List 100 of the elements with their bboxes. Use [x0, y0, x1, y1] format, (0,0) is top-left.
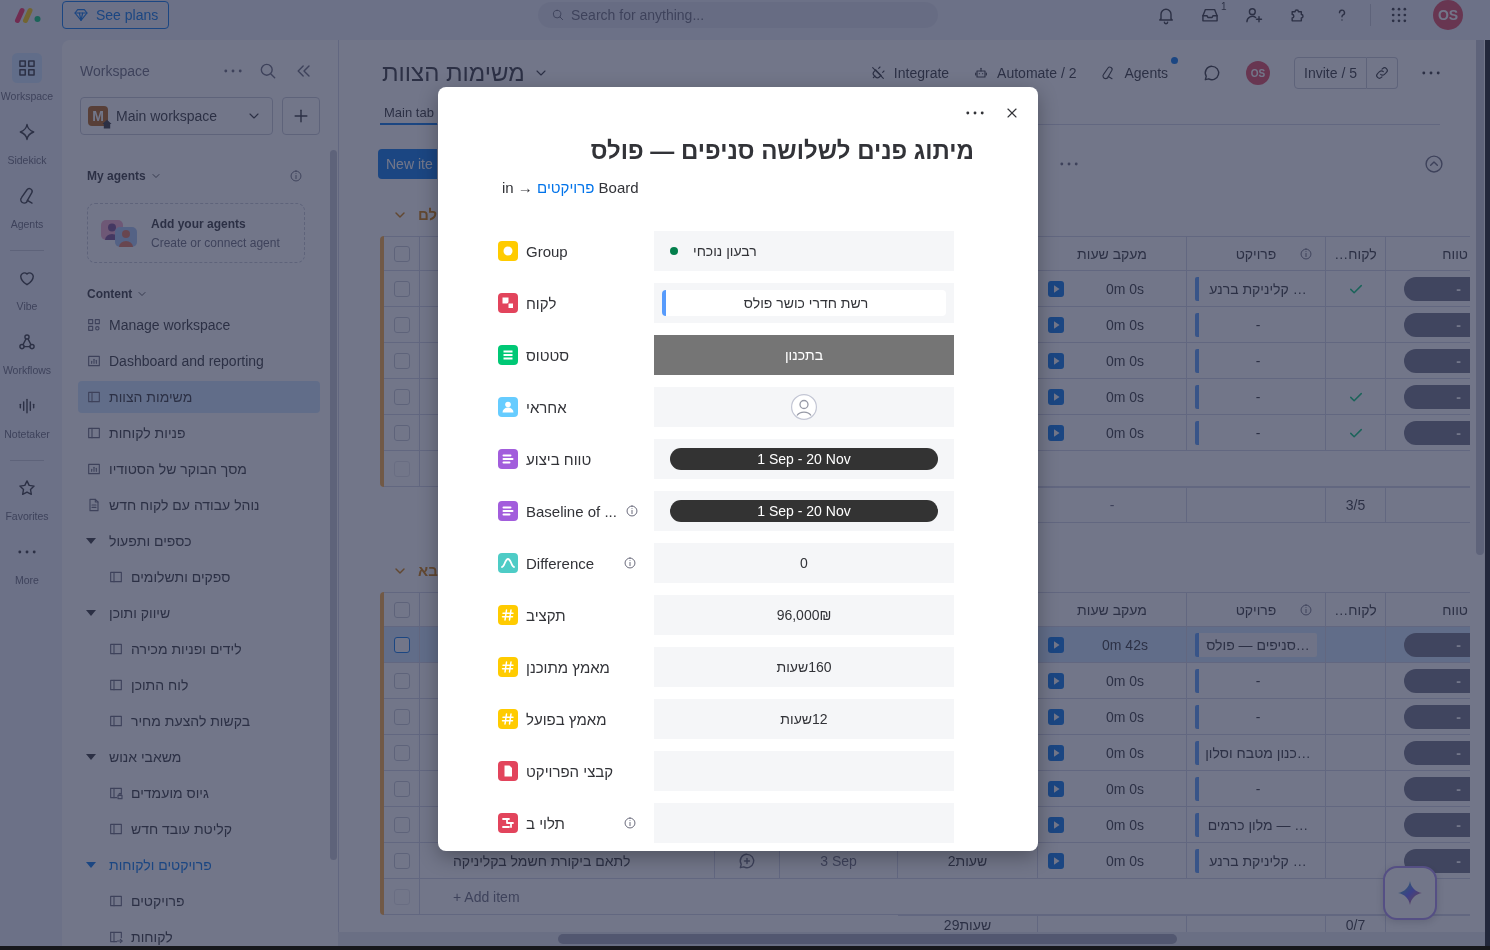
info-icon[interactable]	[623, 556, 637, 570]
info-icon[interactable]	[624, 504, 639, 518]
play-icon[interactable]	[1048, 316, 1064, 333]
row-checkbox[interactable]	[393, 636, 410, 653]
timeline-bar[interactable]: -	[1404, 704, 1470, 729]
folder-item[interactable]: משאבי אנוש	[78, 741, 320, 773]
integrate-button[interactable]: Integrate	[869, 57, 950, 89]
section-heading[interactable]: Content	[87, 287, 149, 301]
folder-item[interactable]: כספים ותפעול	[78, 525, 320, 557]
linked-item[interactable]: … קליניקת ברנע	[1195, 848, 1317, 873]
field-value[interactable]: 0	[654, 543, 954, 583]
sidebar-item[interactable]: לוח התוכן	[78, 669, 320, 701]
field-value[interactable]: 1 Sep - 20 Nov	[654, 491, 954, 531]
timeline-bar[interactable]: -	[1404, 668, 1470, 693]
sidebar-item[interactable]: פרויקטים	[78, 885, 320, 917]
sidebar-item[interactable]: גיוס מועמדים	[78, 777, 320, 809]
play-icon[interactable]	[1048, 672, 1064, 689]
group-title[interactable]: בא	[418, 561, 438, 581]
sidebar-item[interactable]: נוהל עבודה עם לקוח חדש	[78, 489, 320, 521]
linked-item[interactable]: -	[1195, 420, 1317, 445]
board-link[interactable]: פרויקטים	[537, 179, 595, 196]
add-person-icon[interactable]	[1244, 5, 1264, 25]
column-header[interactable]: טווח	[1442, 601, 1468, 618]
sidebar-item[interactable]: מסך הבוקר של הסטודיו	[78, 453, 320, 485]
play-icon[interactable]	[1048, 424, 1064, 441]
agents-button[interactable]: Agents	[1100, 57, 1179, 89]
horizontal-scrollbar[interactable]	[338, 932, 1485, 946]
column-header[interactable]: פרויקט	[1235, 601, 1277, 618]
timeline-bar[interactable]: -	[1404, 420, 1470, 445]
info-icon[interactable]	[623, 816, 637, 830]
scrollbar-thumb[interactable]	[558, 934, 1177, 944]
timeline-bar[interactable]: -	[1404, 384, 1470, 409]
linked-item[interactable]: …סניפים — פולס	[1195, 632, 1317, 657]
see-plans-button[interactable]: See plans	[62, 1, 170, 29]
timeline-bar[interactable]: -	[1404, 632, 1470, 657]
sidekick-button[interactable]	[1383, 866, 1437, 920]
sidebar-item[interactable]: בקשות להצעת מחיר	[78, 705, 320, 737]
field-value[interactable]: רשת חדרי כושר פולס	[654, 283, 954, 323]
linked-item[interactable]: -	[1195, 384, 1317, 409]
chevron-up-icon[interactable]	[1424, 154, 1444, 174]
add-button[interactable]	[282, 97, 320, 135]
linked-item[interactable]: -	[1195, 312, 1317, 337]
timeline-bar[interactable]: 1 Sep - 20 Nov	[670, 448, 938, 470]
field-value[interactable]: 12שעות	[654, 699, 954, 739]
sidebar-item[interactable]: לקוחות	[78, 921, 320, 946]
sidebar-item[interactable]: Dashboard and reporting	[78, 345, 320, 377]
user-avatar[interactable]: OS	[1433, 0, 1463, 30]
tab[interactable]: Main tab	[380, 100, 437, 125]
linked-item[interactable]: -	[1195, 704, 1317, 729]
effort-value[interactable]: 2שעות	[947, 852, 988, 869]
linked-item[interactable]: רשת חדרי כושר פולס	[662, 290, 946, 316]
sidebar-item[interactable]: לידים ופניות מכירה	[78, 633, 320, 665]
info-icon[interactable]	[1299, 603, 1313, 617]
folder-item[interactable]: שיווק ותוכן	[78, 597, 320, 629]
play-icon[interactable]	[1048, 816, 1064, 833]
field-value[interactable]: 1 Sep - 20 Nov	[654, 439, 954, 479]
scrollbar[interactable]	[1476, 40, 1484, 555]
apps-grid-icon[interactable]	[1389, 5, 1409, 25]
search-icon[interactable]	[258, 61, 278, 81]
status-label[interactable]: בתכנון	[654, 335, 954, 375]
timeline-bar[interactable]: -	[1404, 312, 1470, 337]
play-icon[interactable]	[1048, 852, 1064, 869]
timeline-bar[interactable]: -	[1404, 776, 1470, 801]
automate-button[interactable]: Automate / 2	[973, 57, 1077, 89]
field-value[interactable]: רבעון נוכחי	[654, 231, 954, 271]
play-icon[interactable]	[1048, 744, 1064, 761]
field-value[interactable]: 160שעות	[654, 647, 954, 687]
folder-item[interactable]: פרויקטים ולקוחות	[78, 849, 320, 881]
play-icon[interactable]	[1048, 352, 1064, 369]
sidebar-item[interactable]: ספקים ותשלומים	[78, 561, 320, 593]
sidebar-item[interactable]: משימות הצוות	[78, 381, 320, 413]
more-icon[interactable]	[966, 111, 984, 115]
play-icon[interactable]	[1048, 280, 1064, 297]
timeline-bar[interactable]: -	[1404, 740, 1470, 765]
logo-icon[interactable]	[14, 5, 42, 24]
sidebar-item[interactable]: פניות לקוחות	[78, 417, 320, 449]
sidebar-item[interactable]: Manage workspace	[78, 309, 320, 341]
copy-link-button[interactable]	[1367, 57, 1398, 89]
linked-item[interactable]: -	[1195, 668, 1317, 693]
linked-item[interactable]: -	[1195, 348, 1317, 373]
field-value[interactable]	[654, 387, 954, 427]
group-title[interactable]: לם	[418, 205, 438, 225]
play-icon[interactable]	[1048, 780, 1064, 797]
sidebar-item[interactable]: קליטת עובד חדש	[78, 813, 320, 845]
item-name[interactable]: לתאם ביקורת חשמל בקליניקה	[453, 852, 631, 869]
invite-button[interactable]: Invite / 5	[1294, 57, 1367, 89]
workspace-dropdown[interactable]: M Main workspace	[80, 97, 274, 135]
linked-item[interactable]: …כנון מטבח וסלון	[1195, 740, 1317, 765]
info-icon[interactable]	[289, 169, 303, 183]
column-header[interactable]: טווח	[1442, 245, 1468, 262]
linked-item[interactable]: … — מלון כרמים	[1195, 812, 1317, 837]
timeline-bar[interactable]: -	[1404, 348, 1470, 373]
timeline-bar[interactable]: 1 Sep - 20 Nov	[670, 500, 938, 522]
timeline-bar[interactable]: -	[1404, 848, 1470, 873]
section-heading[interactable]: My agents	[87, 169, 162, 183]
column-header[interactable]: פרויקט	[1235, 245, 1277, 262]
linked-item[interactable]: -	[1195, 776, 1317, 801]
field-value[interactable]: 96,000₪	[654, 595, 954, 635]
play-icon[interactable]	[1048, 388, 1064, 405]
play-icon[interactable]	[1048, 636, 1064, 653]
